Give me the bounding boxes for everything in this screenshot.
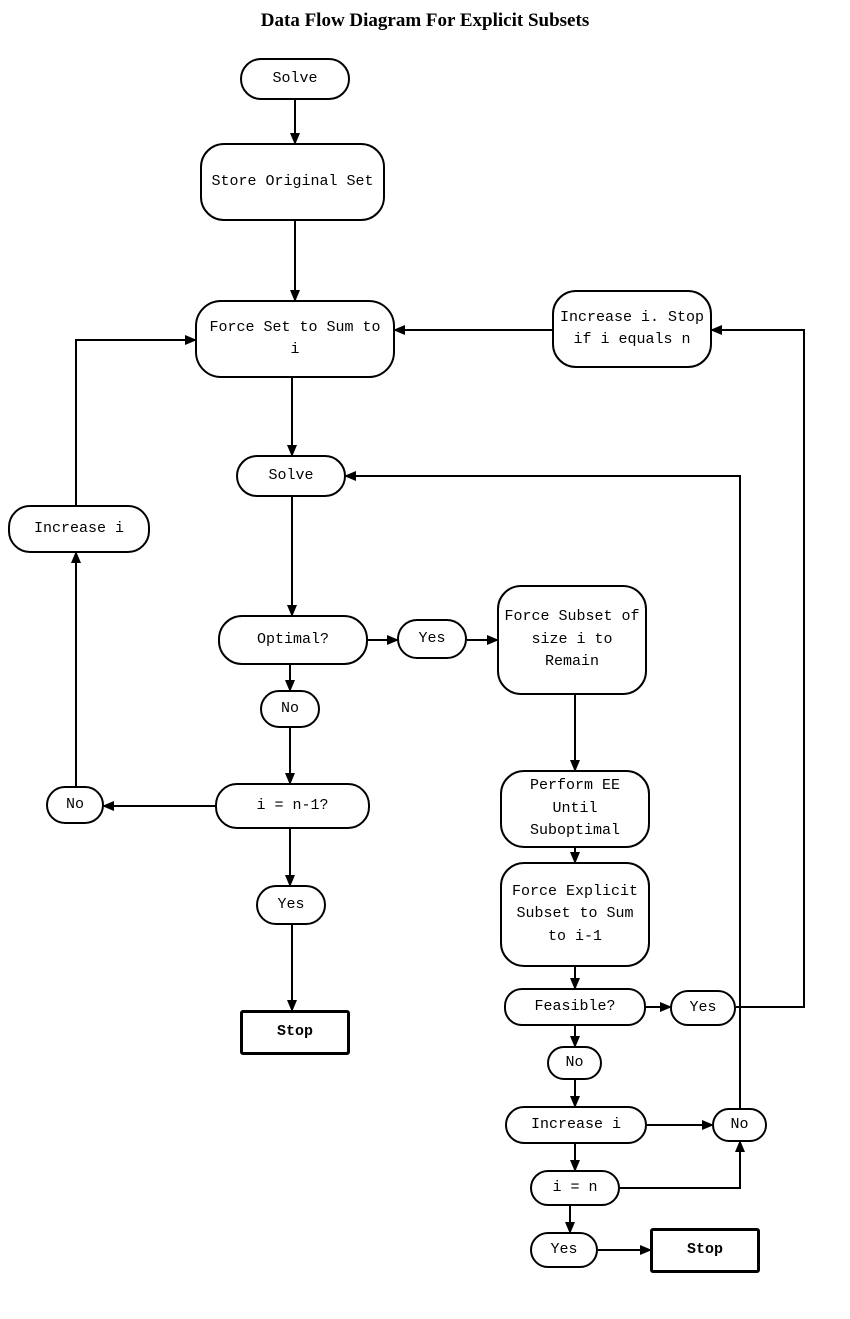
node-store-original-set: Store Original Set xyxy=(200,143,385,221)
diagram-title: Data Flow Diagram For Explicit Subsets xyxy=(0,10,850,32)
node-no-feasible: No xyxy=(547,1046,602,1080)
node-stop-1: Stop xyxy=(240,1010,350,1055)
node-i-eq-n-1: i = n-1? xyxy=(215,783,370,829)
node-solve-1: Solve xyxy=(240,58,350,100)
node-yes-2: Yes xyxy=(530,1232,598,1268)
node-yes-optimal: Yes xyxy=(397,619,467,659)
node-optimal: Optimal? xyxy=(218,615,368,665)
node-i-eq-n: i = n xyxy=(530,1170,620,1206)
node-stop-2: Stop xyxy=(650,1228,760,1273)
node-force-explicit-subset: Force Explicit Subset to Sum to i-1 xyxy=(500,862,650,967)
node-solve-2: Solve xyxy=(236,455,346,497)
node-yes-left-branch: Yes xyxy=(256,885,326,925)
node-no-optimal: No xyxy=(260,690,320,728)
node-force-set-sum-i: Force Set to Sum to i xyxy=(195,300,395,378)
node-force-subset-size-i: Force Subset of size i to Remain xyxy=(497,585,647,695)
node-yes-feasible: Yes xyxy=(670,990,736,1026)
node-increase-i-left: Increase i xyxy=(8,505,150,553)
node-increase-i-2: Increase i xyxy=(505,1106,647,1144)
node-increase-i-stop: Increase i. Stop if i equals n xyxy=(552,290,712,368)
node-perform-ee: Perform EE Until Suboptimal xyxy=(500,770,650,848)
node-feasible: Feasible? xyxy=(504,988,646,1026)
node-no-left: No xyxy=(46,786,104,824)
node-no-right: No xyxy=(712,1108,767,1142)
